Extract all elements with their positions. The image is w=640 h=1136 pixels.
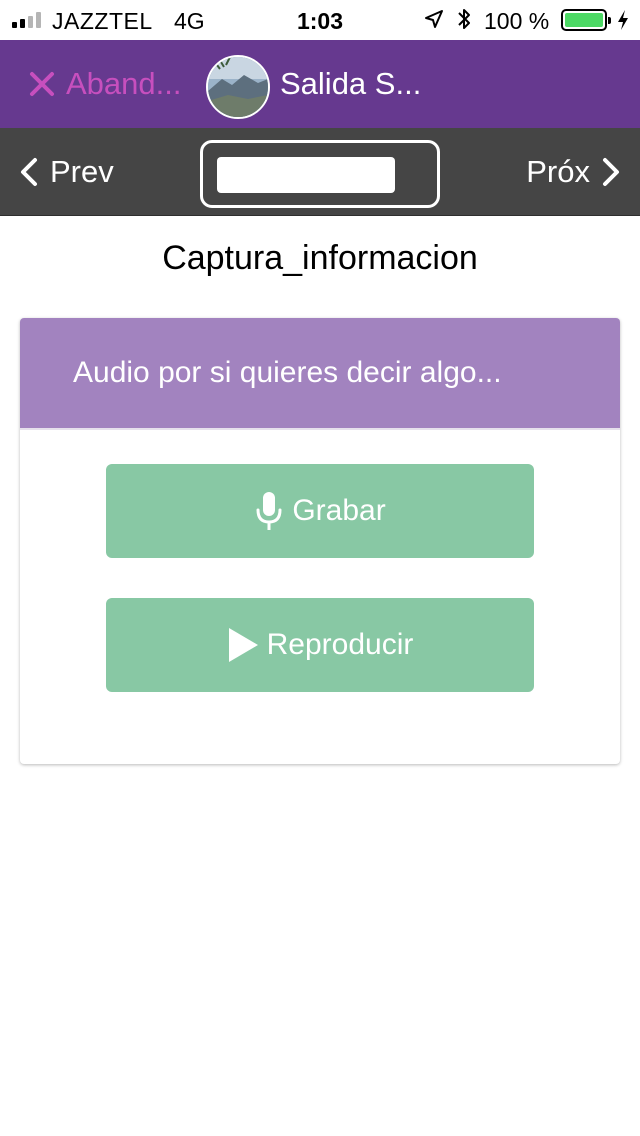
avatar[interactable] <box>206 55 270 119</box>
next-button[interactable]: Próx <box>526 152 622 192</box>
chevron-left-icon <box>21 158 37 186</box>
app-header: Aband... Salida S... <box>0 40 640 128</box>
battery-icon <box>561 9 611 31</box>
page-selector[interactable] <box>200 140 440 208</box>
prev-label: Prev <box>50 154 114 189</box>
microphone-icon <box>256 492 282 530</box>
next-label: Próx <box>526 154 590 189</box>
close-icon <box>30 72 54 96</box>
status-bar: JAZZTEL 4G 1:03 100 % <box>0 0 640 40</box>
section-title: Captura_informacion <box>162 239 478 277</box>
page-title: Salida S... <box>280 66 422 101</box>
abandon-label: Aband... <box>66 66 182 101</box>
card-header-text: Audio por si quieres decir algo... <box>73 356 502 389</box>
prev-button[interactable]: Prev <box>18 152 114 192</box>
navigation-bar: Prev Próx <box>0 128 640 216</box>
record-label: Grabar <box>292 494 386 527</box>
chevron-right-icon <box>603 158 619 186</box>
charging-icon <box>618 10 628 30</box>
signal-icon <box>12 12 41 28</box>
card-header: Audio por si quieres decir algo... <box>20 318 620 430</box>
battery-percent: 100 % <box>484 8 550 34</box>
bluetooth-icon <box>458 9 470 29</box>
record-button[interactable]: Grabar <box>106 464 534 558</box>
audio-card: Audio por si quieres decir algo... Graba… <box>20 318 620 764</box>
location-icon <box>425 10 443 28</box>
network-type: 4G <box>174 8 205 34</box>
landscape-image <box>208 57 268 117</box>
page-selector-field <box>217 157 395 193</box>
play-button[interactable]: Reproducir <box>106 598 534 692</box>
abandon-button[interactable]: Aband... <box>28 64 181 104</box>
carrier-name: JAZZTEL <box>52 8 153 34</box>
play-label: Reproducir <box>266 628 414 661</box>
play-icon <box>228 628 258 662</box>
